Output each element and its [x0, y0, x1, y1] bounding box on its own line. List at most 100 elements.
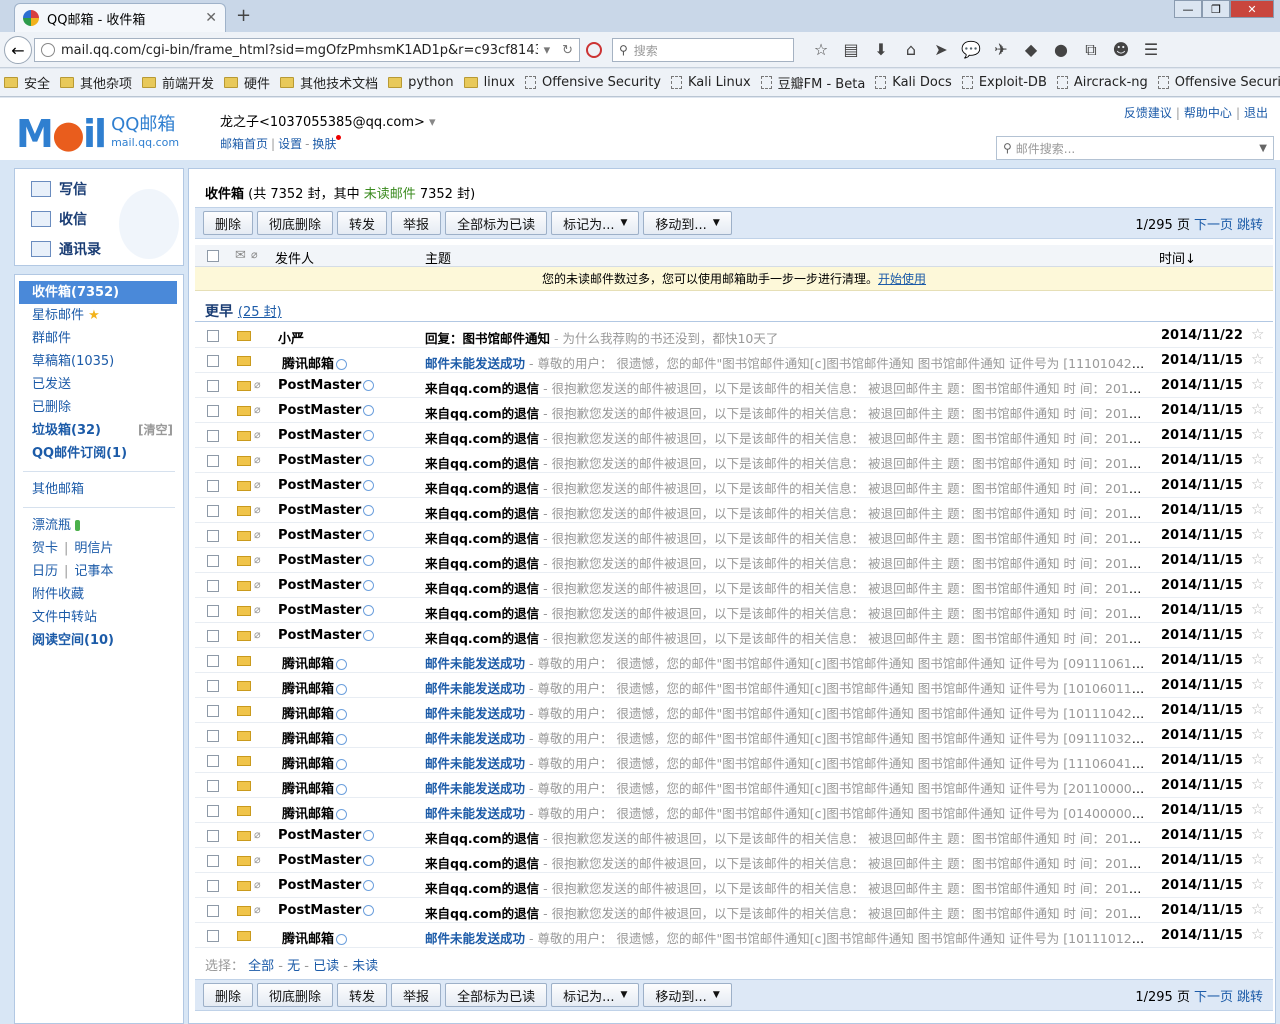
bookmark-item[interactable]: linux: [463, 75, 515, 90]
menu-icon[interactable]: ☰: [1136, 40, 1166, 60]
star-icon[interactable]: ☆: [1251, 600, 1264, 618]
next-page-link[interactable]: 下一页: [1194, 218, 1233, 233]
greeting-card-link[interactable]: 贺卡: [32, 541, 58, 556]
row-checkbox[interactable]: [207, 555, 219, 567]
star-icon[interactable]: ☆: [1251, 450, 1264, 468]
email-subject[interactable]: 来自qq.com的退信 - 很抱歉您发送的邮件被退回，以下是该邮件的相关信息： …: [425, 453, 1145, 472]
star-icon[interactable]: ☆: [1251, 725, 1264, 743]
permanent-delete-button[interactable]: 彻底删除: [257, 211, 334, 235]
row-checkbox[interactable]: [207, 930, 219, 942]
email-row[interactable]: ⌀ PostMaster 来自qq.com的退信 - 很抱歉您发送的邮件被退回，以下…: [195, 823, 1273, 848]
satellite-icon[interactable]: ✈: [986, 40, 1016, 60]
email-subject[interactable]: 来自qq.com的退信 - 很抱歉您发送的邮件被退回，以下是该邮件的相关信息： …: [425, 478, 1145, 497]
email-row[interactable]: 小严 回复：图书馆邮件通知 - 为什么我荐购的书还没到，都快10天了 2014/11…: [195, 323, 1273, 348]
row-checkbox[interactable]: [207, 480, 219, 492]
jump-link[interactable]: 跳转: [1237, 218, 1263, 233]
row-checkbox[interactable]: [207, 430, 219, 442]
crop-icon[interactable]: ⧉: [1076, 40, 1106, 60]
email-sender[interactable]: 腾讯邮箱: [282, 928, 348, 947]
report-button[interactable]: 举报: [391, 983, 442, 1007]
email-sender[interactable]: 腾讯邮箱: [282, 753, 348, 772]
bookmark-item[interactable]: 其他杂项: [60, 73, 132, 92]
star-icon[interactable]: ☆: [1251, 550, 1264, 568]
email-sender[interactable]: PostMaster: [278, 828, 375, 843]
email-subject[interactable]: 邮件未能发送成功 - 尊敬的用户： 很遗憾，您的邮件"图书馆邮件通知[c]图书馆…: [425, 678, 1145, 697]
skin-link[interactable]: 换肤: [312, 137, 336, 151]
select-all-link[interactable]: 全部: [248, 959, 274, 974]
bookmark-item[interactable]: Kali Linux: [671, 75, 751, 90]
reading-list-icon[interactable]: ▤: [836, 40, 866, 60]
restore-icon[interactable]: ❐: [1202, 0, 1230, 18]
row-checkbox[interactable]: [207, 605, 219, 617]
email-row[interactable]: ⌀ PostMaster 来自qq.com的退信 - 很抱歉您发送的邮件被退回，以下…: [195, 473, 1273, 498]
record-icon[interactable]: ●: [1046, 40, 1076, 60]
browser-search-input[interactable]: ⚲ 搜索: [612, 38, 794, 62]
subject-column-header[interactable]: 主题: [425, 248, 451, 267]
row-checkbox[interactable]: [207, 380, 219, 392]
row-checkbox[interactable]: [207, 355, 219, 367]
star-icon[interactable]: ☆: [1251, 800, 1264, 818]
star-icon[interactable]: ☆: [1251, 900, 1264, 918]
email-row[interactable]: 腾讯邮箱 邮件未能发送成功 - 尊敬的用户： 很遗憾，您的邮件"图书馆邮件通知[c…: [195, 748, 1273, 773]
sidebar-item-drift-bottle[interactable]: 漂流瓶: [15, 514, 183, 537]
sidebar-item-attachments[interactable]: 附件收藏: [15, 583, 183, 606]
chat-icon[interactable]: 💬: [956, 40, 986, 60]
move-to-dropdown[interactable]: 移动到... ▼: [643, 211, 732, 235]
empty-spam-link[interactable]: [清空]: [138, 419, 173, 442]
qq-mail-logo[interactable]: M●il QQ邮箱 mail.qq.com: [16, 112, 179, 156]
sidebar-item-starred[interactable]: 星标邮件 ★: [15, 304, 183, 327]
email-row[interactable]: 腾讯邮箱 邮件未能发送成功 - 尊敬的用户： 很遗憾，您的邮件"图书馆邮件通知[c…: [195, 923, 1273, 948]
bookmark-item[interactable]: python: [388, 75, 454, 90]
email-subject[interactable]: 来自qq.com的退信 - 很抱歉您发送的邮件被退回，以下是该邮件的相关信息： …: [425, 903, 1145, 922]
sidebar-item-group[interactable]: 群邮件: [15, 327, 183, 350]
email-sender[interactable]: 腾讯邮箱: [282, 703, 348, 722]
settings-link[interactable]: 设置: [278, 137, 302, 151]
star-icon[interactable]: ☆: [1251, 475, 1264, 493]
email-sender[interactable]: PostMaster: [278, 453, 375, 468]
mark-all-read-button[interactable]: 全部标为已读: [445, 983, 548, 1007]
star-icon[interactable]: ☆: [1251, 750, 1264, 768]
new-tab-icon[interactable]: +: [236, 5, 251, 26]
email-row[interactable]: ⌀ PostMaster 来自qq.com的退信 - 很抱歉您发送的邮件被退回，以下…: [195, 423, 1273, 448]
email-subject[interactable]: 来自qq.com的退信 - 很抱歉您发送的邮件被退回，以下是该邮件的相关信息： …: [425, 603, 1145, 622]
star-icon[interactable]: ☆: [1251, 700, 1264, 718]
sidebar-item-reading[interactable]: 阅读空间(10): [15, 629, 183, 652]
row-checkbox[interactable]: [207, 780, 219, 792]
mark-as-dropdown[interactable]: 标记为... ▼: [551, 983, 640, 1007]
row-checkbox[interactable]: [207, 705, 219, 717]
move-to-dropdown[interactable]: 移动到... ▼: [643, 983, 732, 1007]
email-row[interactable]: ⌀ PostMaster 来自qq.com的退信 - 很抱歉您发送的邮件被退回，以下…: [195, 398, 1273, 423]
sender-column-header[interactable]: 发件人: [275, 248, 314, 267]
email-sender[interactable]: 腾讯邮箱: [282, 353, 348, 372]
download-icon[interactable]: ⬇: [866, 40, 896, 60]
sidebar-item-other-mail[interactable]: 其他邮箱: [15, 478, 183, 501]
email-subject[interactable]: 来自qq.com的退信 - 很抱歉您发送的邮件被退回，以下是该邮件的相关信息： …: [425, 578, 1145, 597]
email-row[interactable]: ⌀ PostMaster 来自qq.com的退信 - 很抱歉您发送的邮件被退回，以下…: [195, 498, 1273, 523]
feedback-link[interactable]: 反馈建议: [1124, 106, 1172, 120]
sidebar-item-sent[interactable]: 已发送: [15, 373, 183, 396]
home-icon[interactable]: ⌂: [896, 40, 926, 60]
bookmark-item[interactable]: Offensive Security: [524, 75, 661, 90]
email-sender[interactable]: PostMaster: [278, 478, 375, 493]
permanent-delete-button[interactable]: 彻底删除: [257, 983, 334, 1007]
start-using-link[interactable]: 开始使用: [878, 272, 926, 286]
user-account[interactable]: 龙之子<1037055385@qq.com>: [220, 115, 425, 130]
next-page-link[interactable]: 下一页: [1194, 990, 1233, 1005]
email-subject[interactable]: 邮件未能发送成功 - 尊敬的用户： 很遗憾，您的邮件"图书馆邮件通知[c]图书馆…: [425, 753, 1145, 772]
email-sender[interactable]: PostMaster: [278, 553, 375, 568]
extension-icon[interactable]: ◆: [1016, 40, 1046, 60]
block-icon[interactable]: [586, 42, 602, 58]
email-subject[interactable]: 来自qq.com的退信 - 很抱歉您发送的邮件被退回，以下是该邮件的相关信息： …: [425, 378, 1145, 397]
star-icon[interactable]: ☆: [1251, 850, 1264, 868]
row-checkbox[interactable]: [207, 855, 219, 867]
bookmark-star-icon[interactable]: ☆: [806, 40, 836, 60]
star-icon[interactable]: ☆: [1251, 425, 1264, 443]
email-subject[interactable]: 邮件未能发送成功 - 尊敬的用户： 很遗憾，您的邮件"图书馆邮件通知[c]图书馆…: [425, 653, 1145, 672]
email-subject[interactable]: 邮件未能发送成功 - 尊敬的用户： 很遗憾，您的邮件"图书馆邮件通知[c]图书馆…: [425, 353, 1145, 372]
bookmark-item[interactable]: Aircrack-ng: [1056, 75, 1148, 90]
calendar-link[interactable]: 日历: [32, 564, 58, 579]
email-sender[interactable]: 小严: [278, 328, 304, 347]
smiley-icon[interactable]: ☻: [1106, 40, 1136, 60]
email-subject[interactable]: 回复：图书馆邮件通知 - 为什么我荐购的书还没到，都快10天了: [425, 328, 1145, 347]
email-subject[interactable]: 邮件未能发送成功 - 尊敬的用户： 很遗憾，您的邮件"图书馆邮件通知[c]图书馆…: [425, 778, 1145, 797]
